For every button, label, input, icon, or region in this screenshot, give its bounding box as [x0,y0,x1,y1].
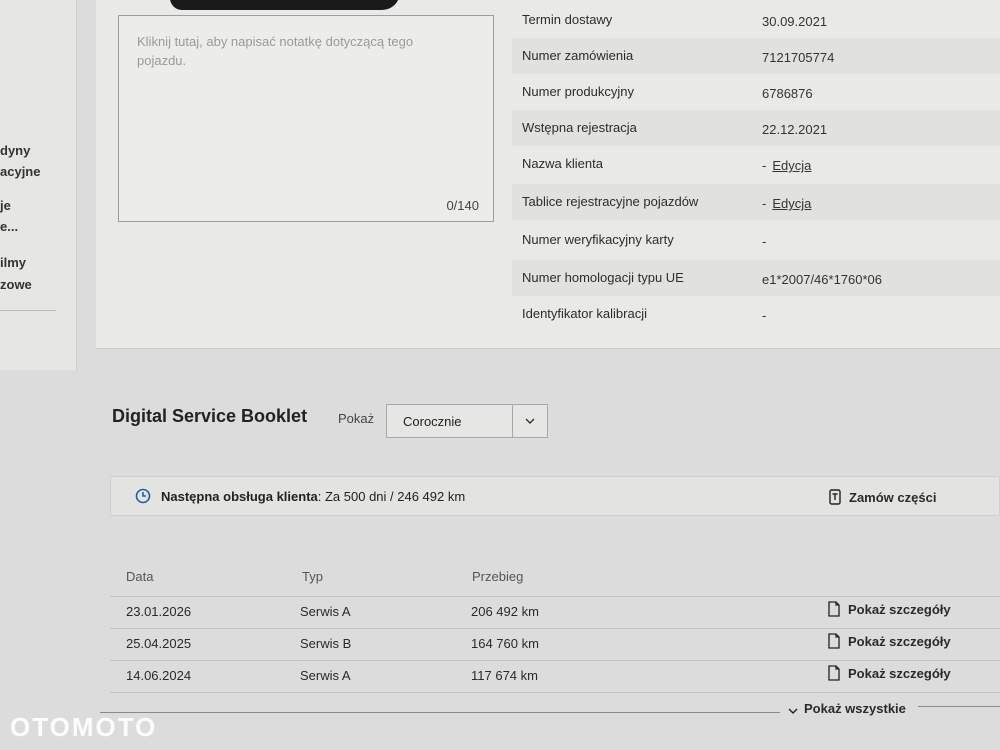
service-date: 23.01.2026 [126,604,192,619]
interval-select[interactable]: Corocznie [386,404,548,438]
detail-value: 6786876 [762,86,813,101]
detail-row-calibration-id: Identyfikator kalibracji - [512,296,1000,332]
detail-label: Numer homologacji typu UE [522,270,684,285]
show-details-link[interactable]: Pokaż szczegóły [828,601,951,620]
service-type: Serwis A [300,604,351,619]
show-details-link[interactable]: Pokaż szczegóły [828,665,951,684]
sidebar-item-fragment[interactable]: acyjne [0,164,40,179]
detail-row-production-number: Numer produkcyjny 6786876 [512,74,1000,110]
column-header-mileage: Przebieg [472,569,524,584]
detail-value: 22.12.2021 [762,122,828,137]
detail-label: Tablice rejestracyjne pojazdów [522,194,699,209]
service-type: Serwis B [300,636,352,651]
service-mileage: 206 492 km [471,604,539,619]
sidebar-item-fragment[interactable]: je [0,198,11,213]
detail-row-order-number: Numer zamówienia 7121705774 [512,38,1000,74]
select-value: Corocznie [403,414,462,429]
service-mileage: 117 674 km [471,668,538,683]
column-header-date: Data [126,569,154,584]
watermark-logo: OTOMOTO [10,712,158,742]
show-all-button[interactable]: Pokaż wszystkie [788,701,906,717]
next-service-banner: Następna obsługa klienta: Za 500 dni / 2… [110,476,1000,516]
detail-value: - [762,308,767,323]
service-type: Serwis A [300,668,351,683]
column-header-type: Typ [302,569,323,584]
detail-row-first-registration: Wstępna rejestracja 22.12.2021 [512,110,1000,146]
detail-label: Numer weryfikacyjny karty [522,232,674,247]
parts-icon [829,489,841,508]
divider [918,706,1000,707]
detail-value: - [762,234,767,249]
detail-value: - Edycja [762,196,812,211]
order-parts-button[interactable]: Zamów części [829,489,936,508]
document-icon [828,633,840,652]
detail-value: 7121705774 [762,50,835,65]
sidebar-item-fragment[interactable]: ilmy [0,255,26,270]
document-icon [828,601,840,620]
detail-row-customer-name: Nazwa klienta - Edycja [512,146,1000,182]
table-divider [110,692,1000,693]
edit-license-plates-link[interactable]: Edycja [772,196,811,211]
sidebar-item-fragment[interactable]: dyny [0,143,30,158]
sidebar-item-fragment[interactable]: e... [0,219,18,234]
detail-value: e1*2007/46*1760*06 [762,272,883,287]
edit-customer-name-link[interactable]: Edycja [772,158,811,173]
service-table-header: Data Typ Przebieg [110,560,1000,596]
document-icon [828,665,840,684]
detail-row-license-plates: Tablice rejestracyjne pojazdów - Edycja [512,184,1000,220]
section-title: Digital Service Booklet [112,406,308,426]
detail-label: Termin dostawy [522,12,613,27]
clock-icon [135,488,151,509]
next-service-text: Następna obsługa klienta: Za 500 dni / 2… [161,489,466,504]
chevron-down-icon [788,702,798,717]
vehicle-details-list: Termin dostawy 30.09.2021 Numer zamówien… [512,0,1000,338]
detail-value: 30.09.2021 [762,14,828,29]
detail-row-eu-homologation: Numer homologacji typu UE e1*2007/46*176… [512,260,1000,296]
note-placeholder: Kliknij tutaj, aby napisać notatkę dotyc… [137,34,414,68]
vehicle-image-fragment [170,0,400,10]
chevron-down-icon[interactable] [512,405,547,437]
service-date: 14.06.2024 [126,668,192,683]
show-filter-label: Pokaż [338,411,375,426]
detail-label: Nazwa klienta [522,156,603,171]
detail-label: Wstępna rejestracja [522,120,637,135]
divider [100,712,780,713]
vehicle-note-textarea[interactable]: Kliknij tutaj, aby napisać notatkę dotyc… [118,15,494,222]
show-details-link[interactable]: Pokaż szczegóły [828,633,951,652]
service-mileage: 164 760 km [471,636,539,651]
service-date: 25.04.2025 [126,636,192,651]
table-row: 25.04.2025 Serwis B 164 760 km Pokaż szc… [110,628,1000,659]
detail-row-card-verification: Numer weryfikacyjny karty - [512,222,1000,258]
detail-label: Numer produkcyjny [522,84,634,99]
detail-row-delivery-date: Termin dostawy 30.09.2021 [512,2,1000,38]
note-character-counter: 0/140 [446,198,479,213]
sidebar-item-fragment[interactable]: zowe [0,277,32,292]
detail-label: Identyfikator kalibracji [522,306,647,321]
table-row: 14.06.2024 Serwis A 117 674 km Pokaż szc… [110,660,1000,691]
table-row: 23.01.2026 Serwis A 206 492 km Pokaż szc… [110,596,1000,627]
detail-value: - Edycja [762,158,812,173]
sidebar: dyny acyjne je e... ilmy zowe [0,0,77,370]
detail-label: Numer zamówienia [522,48,634,63]
sidebar-divider [0,310,56,311]
